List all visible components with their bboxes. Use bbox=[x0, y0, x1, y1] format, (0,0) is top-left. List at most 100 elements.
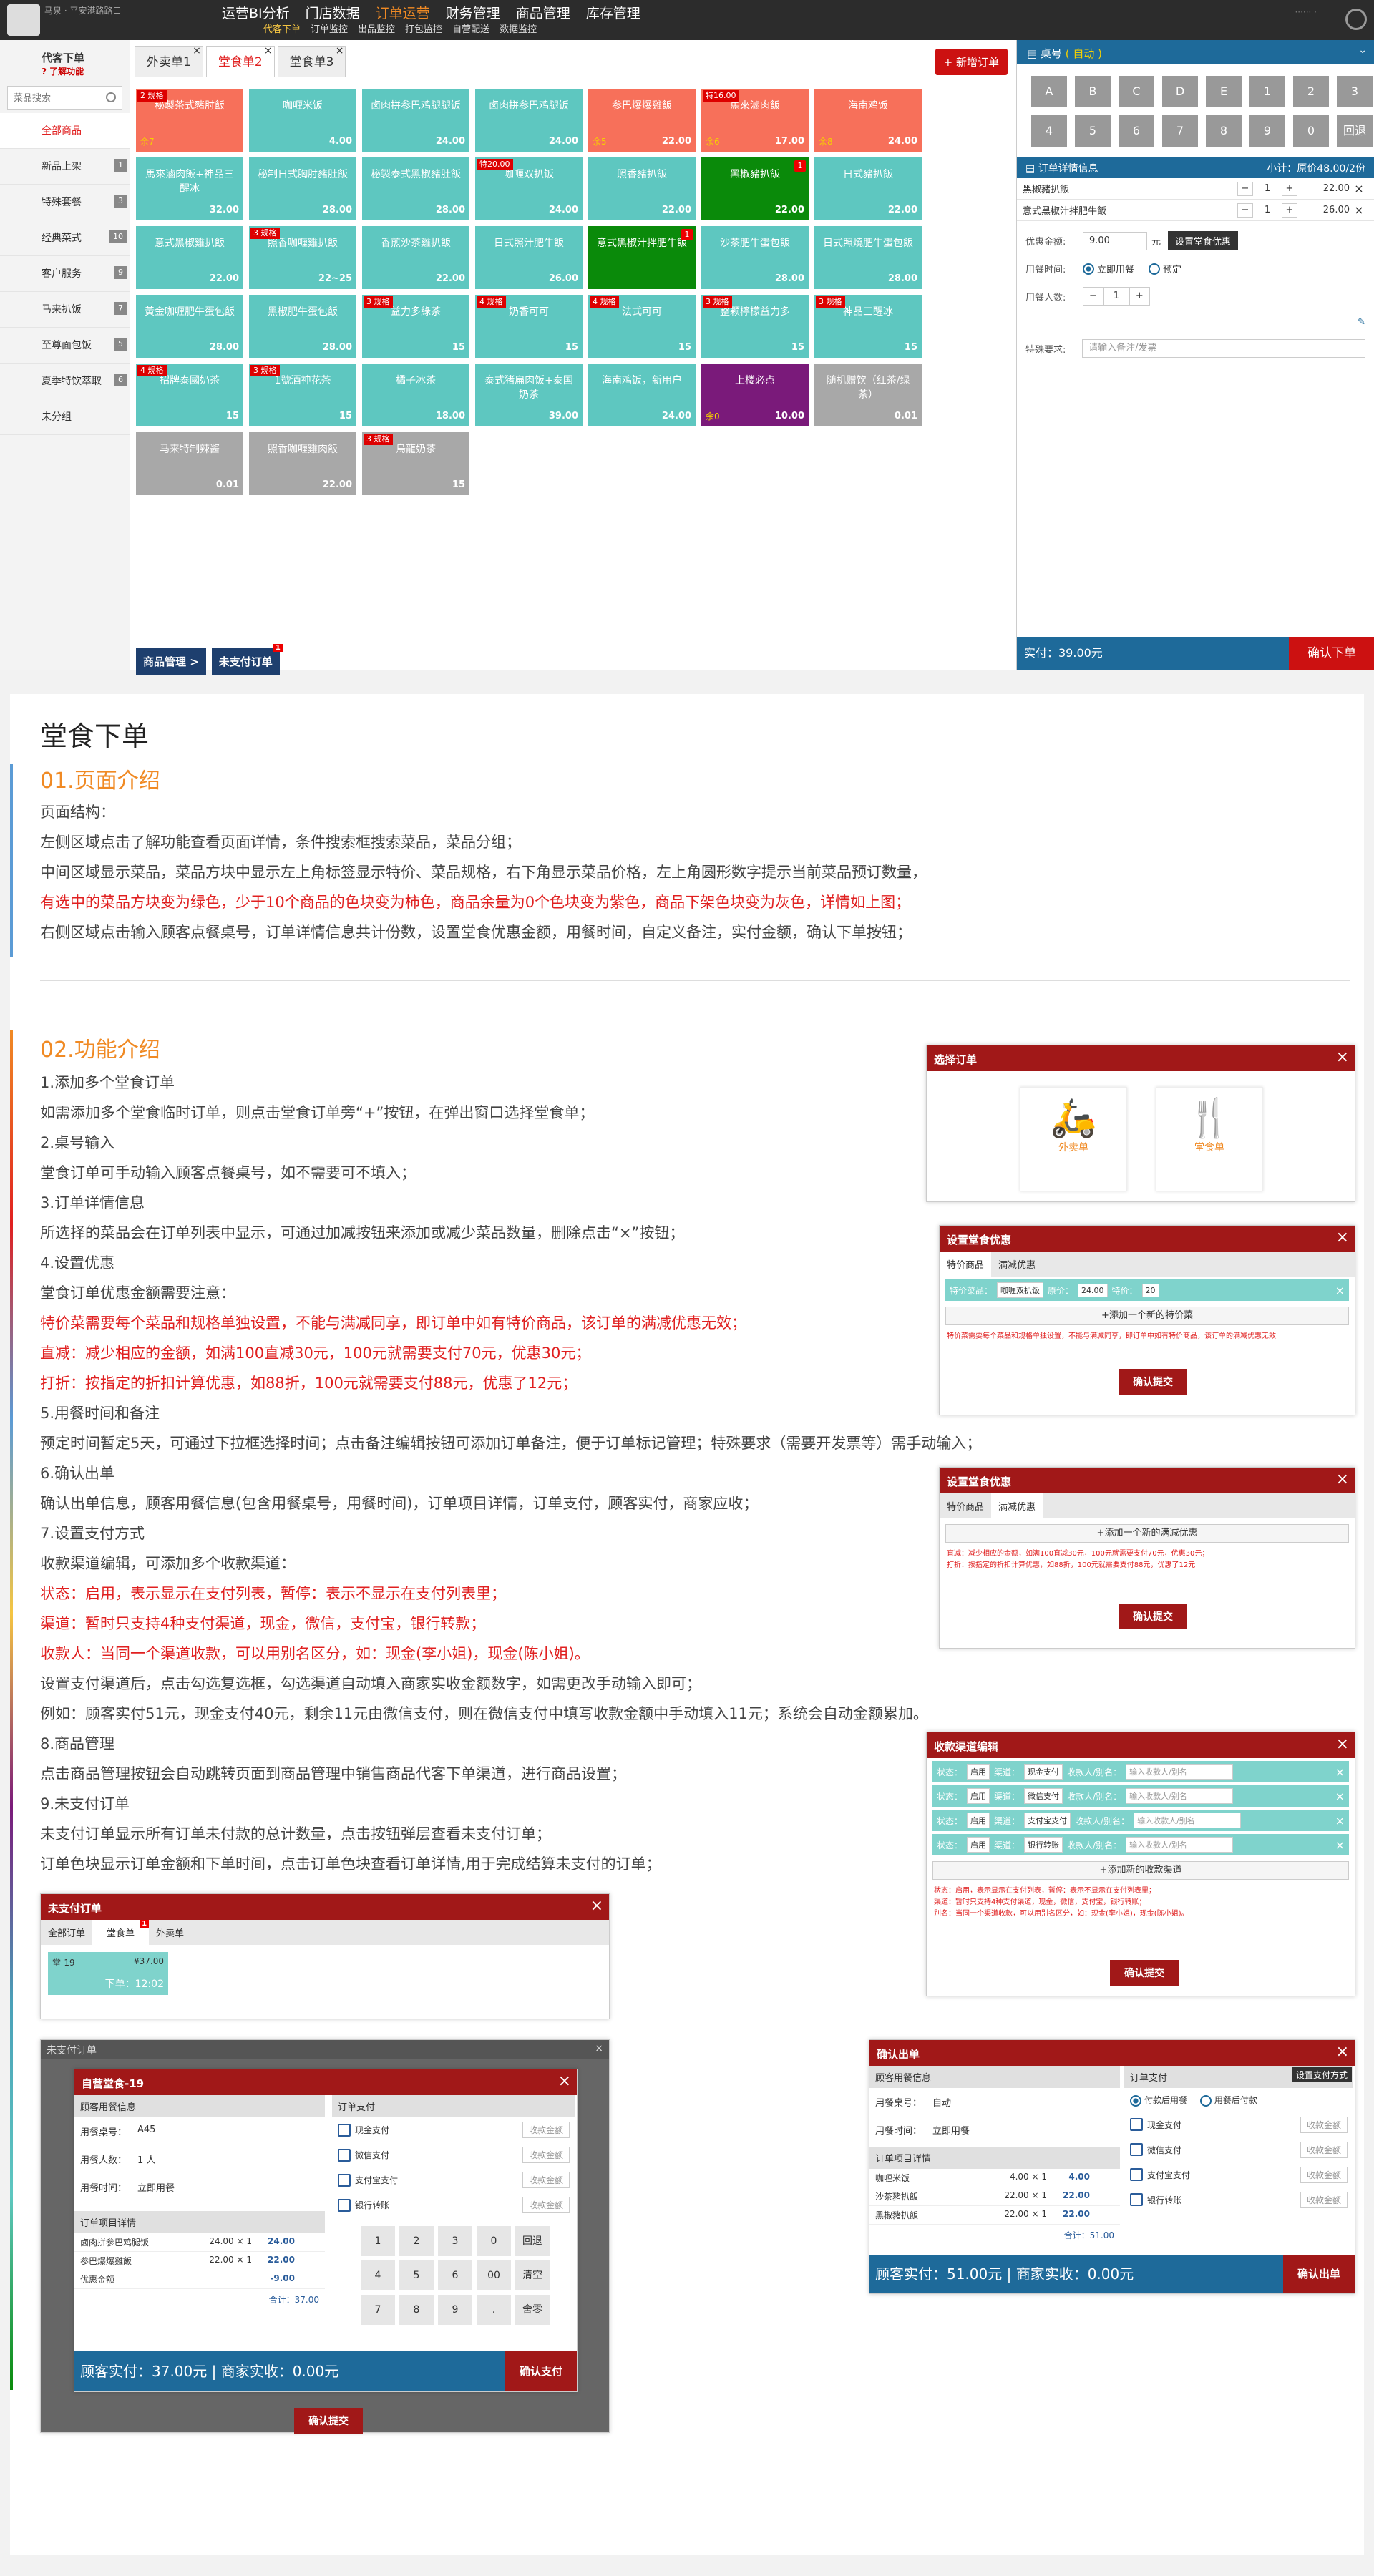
menu-item[interactable]: 订单运营 bbox=[376, 3, 430, 22]
dish-tile[interactable]: 益力多綠茶 3 规格 15 bbox=[362, 295, 469, 358]
close-icon[interactable]: × bbox=[336, 35, 344, 67]
table-key[interactable]: 7 bbox=[1162, 115, 1198, 147]
pay-amount-input[interactable]: 收款金额 bbox=[1300, 2116, 1348, 2133]
category-item[interactable]: 经典菜式 10 bbox=[0, 220, 130, 256]
dish-tile[interactable]: 照香咖喱雞肉飯 22.00 bbox=[249, 432, 356, 495]
status-select[interactable]: 启用 bbox=[967, 1813, 990, 1828]
numpad-key[interactable]: 00 bbox=[477, 2260, 511, 2290]
dish-tile[interactable]: 黃金咖喱肥牛蛋包飯 28.00 bbox=[136, 295, 243, 358]
channel-select[interactable]: 支付宝支付 bbox=[1024, 1813, 1071, 1828]
radio-pay-first[interactable] bbox=[1130, 2094, 1141, 2107]
category-item[interactable]: 马来扒饭 7 bbox=[0, 292, 130, 328]
plus-button[interactable]: + bbox=[1282, 181, 1297, 196]
close-icon[interactable]: × bbox=[595, 2043, 603, 2054]
tab-full-reduction[interactable]: 满减优惠 bbox=[991, 1493, 1043, 1518]
table-key[interactable]: 9 bbox=[1249, 115, 1285, 147]
pay-amount-input[interactable]: 收款金额 bbox=[522, 2122, 570, 2138]
close-icon[interactable]: × bbox=[193, 35, 201, 67]
submenu-item[interactable]: 订单监控 bbox=[311, 21, 348, 35]
status-select[interactable]: 启用 bbox=[967, 1764, 990, 1780]
dish-tile[interactable]: 意式黑椒雞扒飯 22.00 bbox=[136, 226, 243, 289]
dish-tile[interactable]: 上楼必点 余0 10.00 bbox=[701, 364, 809, 426]
close-icon[interactable]: × bbox=[1336, 2043, 1349, 2061]
pay-amount-input[interactable]: 收款金额 bbox=[522, 2197, 570, 2213]
category-item[interactable]: 全部商品 bbox=[0, 113, 130, 149]
table-key[interactable]: 2 bbox=[1293, 76, 1329, 107]
close-icon[interactable]: × bbox=[1335, 1765, 1345, 1779]
people-input[interactable]: 1 bbox=[1103, 287, 1129, 306]
numpad-key[interactable]: 5 bbox=[399, 2260, 434, 2290]
menu-item[interactable]: 门店数据 bbox=[306, 3, 360, 22]
dish-tile[interactable]: 沙茶肥牛蛋包飯 28.00 bbox=[701, 226, 809, 289]
table-key[interactable]: 4 bbox=[1031, 115, 1067, 147]
numpad-key[interactable]: 2 bbox=[399, 2226, 434, 2256]
category-item[interactable]: 特殊套餐 3 bbox=[0, 185, 130, 220]
table-key[interactable]: 6 bbox=[1119, 115, 1154, 147]
submit-button[interactable]: 确认提交 bbox=[1119, 1604, 1187, 1629]
numpad-key[interactable]: 8 bbox=[399, 2295, 434, 2325]
menu-item[interactable]: 库存管理 bbox=[586, 3, 640, 22]
radio-now[interactable] bbox=[1083, 263, 1094, 275]
payee-input[interactable]: 输入收款人/别名 bbox=[1126, 1788, 1234, 1804]
dish-tile[interactable]: 奶香可可 4 规格 15 bbox=[475, 295, 583, 358]
search-icon[interactable] bbox=[106, 92, 116, 102]
checkbox[interactable] bbox=[1130, 2193, 1143, 2206]
set-payment-button[interactable]: 设置支付方式 bbox=[1291, 2067, 1352, 2082]
edit-icon[interactable]: ✎ bbox=[1358, 317, 1365, 328]
dinein-option[interactable]: 🍴 堂食单 bbox=[1156, 1087, 1263, 1191]
checkbox[interactable] bbox=[1130, 2143, 1143, 2156]
status-select[interactable]: 启用 bbox=[967, 1788, 990, 1804]
close-icon[interactable]: × bbox=[1336, 1229, 1349, 1246]
dish-tile[interactable]: 泰式猪扁肉饭+泰国奶茶 39.00 bbox=[475, 364, 583, 426]
numpad-key[interactable]: 6 bbox=[438, 2260, 472, 2290]
table-key[interactable]: 5 bbox=[1075, 115, 1111, 147]
takeaway-option[interactable]: 🛵 外卖单 bbox=[1020, 1087, 1127, 1191]
close-icon[interactable]: × bbox=[1350, 182, 1368, 195]
numpad-key[interactable]: . bbox=[477, 2295, 511, 2325]
dish-tile[interactable]: 意式黑椒汁拌肥牛飯 1 bbox=[588, 226, 696, 289]
dish-tile[interactable]: 1號酒神花茶 3 规格 15 bbox=[249, 364, 356, 426]
dish-tile[interactable]: 招牌泰國奶茶 4 规格 15 bbox=[136, 364, 243, 426]
dish-tile[interactable]: 咖喱双扒饭 特20.00 24.00 bbox=[475, 157, 583, 220]
dish-tile[interactable]: 咖喱米饭 4.00 bbox=[249, 89, 356, 152]
avatar[interactable] bbox=[7, 4, 40, 36]
tab-takeaway[interactable]: 外卖单 bbox=[149, 1920, 191, 1945]
close-icon[interactable]: × bbox=[1335, 1284, 1345, 1297]
numpad-key[interactable]: 7 bbox=[361, 2295, 395, 2325]
dish-tile[interactable]: 黑椒肥牛蛋包飯 28.00 bbox=[249, 295, 356, 358]
dish-tile[interactable]: 马来特制辣酱 0.01 bbox=[136, 432, 243, 495]
numpad-key[interactable]: 回退 bbox=[515, 2226, 550, 2256]
dish-tile[interactable]: 海南鸡饭，新用户 24.00 bbox=[588, 364, 696, 426]
discount-input[interactable]: 9.00 bbox=[1083, 231, 1147, 250]
minus-button[interactable]: − bbox=[1237, 203, 1253, 218]
table-key[interactable]: 8 bbox=[1206, 115, 1242, 147]
dish-tile[interactable]: 神品三醒冰 3 规格 15 bbox=[814, 295, 922, 358]
close-icon[interactable]: × bbox=[1335, 1814, 1345, 1828]
special-price-input[interactable]: 20 bbox=[1141, 1283, 1159, 1297]
order-tab[interactable]: 堂食单2 × bbox=[205, 45, 275, 77]
menu-item[interactable]: 运营BI分析 bbox=[222, 3, 290, 22]
close-icon[interactable]: × bbox=[1335, 1838, 1345, 1852]
add-reduction-button[interactable]: +添加一个新的满减优惠 bbox=[945, 1524, 1349, 1543]
menu-item[interactable]: 商品管理 bbox=[516, 3, 570, 22]
search-input[interactable] bbox=[8, 87, 101, 109]
dish-tile[interactable]: 参巴爆爆雞飯 余5 22.00 bbox=[588, 89, 696, 152]
help-link[interactable]: ? 了解功能 bbox=[42, 65, 130, 77]
dish-tile[interactable]: 法式可可 4 规格 15 bbox=[588, 295, 696, 358]
confirm-pay-button[interactable]: 确认支付 bbox=[505, 2351, 577, 2391]
tab-all[interactable]: 全部订单 bbox=[41, 1920, 92, 1945]
checkbox[interactable] bbox=[338, 2148, 351, 2162]
close-icon[interactable]: × bbox=[1336, 1048, 1349, 1066]
close-icon[interactable]: × bbox=[590, 1897, 603, 1915]
category-item[interactable]: 未分组 bbox=[0, 399, 130, 435]
special-dish-select[interactable]: 咖喱双扒饭 bbox=[997, 1282, 1044, 1298]
unpaid-orders-button[interactable]: 未支付订单 1 bbox=[211, 644, 283, 675]
category-item[interactable]: 新品上架 1 bbox=[0, 149, 130, 185]
numpad-key[interactable]: 9 bbox=[438, 2295, 472, 2325]
status-select[interactable]: 启用 bbox=[967, 1837, 990, 1853]
checkbox[interactable] bbox=[1130, 2168, 1143, 2181]
close-icon[interactable]: × bbox=[1336, 1735, 1349, 1753]
checkbox[interactable] bbox=[1130, 2118, 1143, 2131]
checkbox[interactable] bbox=[338, 2198, 351, 2212]
close-icon[interactable]: × bbox=[1335, 1790, 1345, 1803]
